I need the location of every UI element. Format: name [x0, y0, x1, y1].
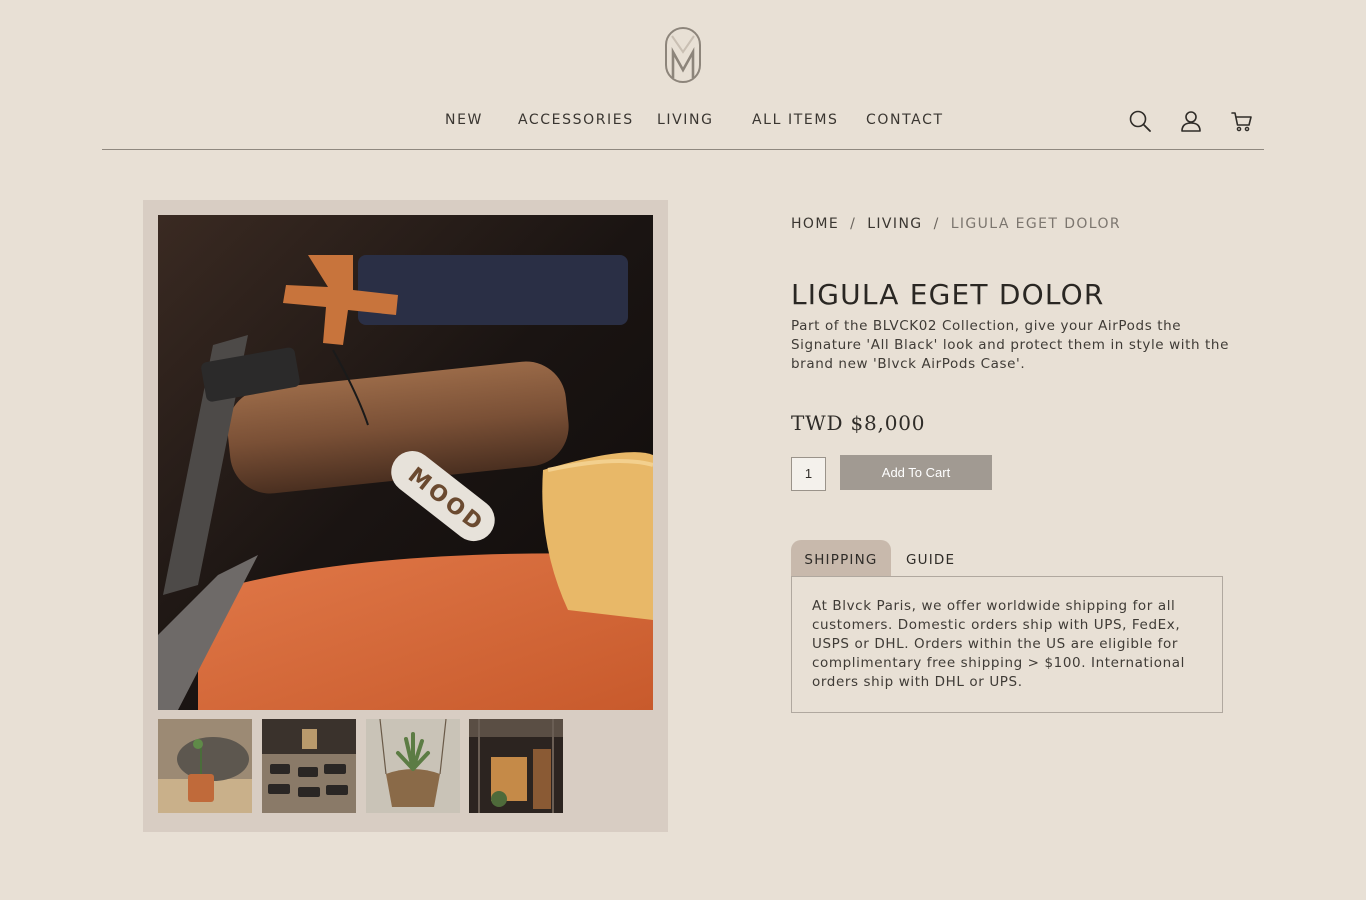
nav-item-all-items[interactable]: ALL ITEMS	[752, 112, 839, 128]
cart-icon[interactable]	[1230, 109, 1254, 133]
breadcrumb-living[interactable]: LIVING	[867, 216, 922, 232]
add-to-cart-button[interactable]: Add To Cart	[840, 455, 992, 490]
shipping-panel: At Blvck Paris, we offer worldwide shipp…	[791, 576, 1223, 713]
breadcrumb-separator: /	[933, 216, 940, 232]
product-price: TWD $8,000	[791, 411, 926, 435]
breadcrumb-separator: /	[850, 216, 857, 232]
thumbnail-1[interactable]	[158, 719, 252, 813]
shipping-text: At Blvck Paris, we offer worldwide shipp…	[812, 598, 1185, 690]
nav-item-new[interactable]: NEW	[445, 112, 483, 128]
nav-item-accessories[interactable]: ACCESSORIES	[518, 112, 634, 128]
user-icon[interactable]	[1179, 109, 1203, 133]
product-title: LIGULA EGET DOLOR	[791, 278, 1105, 311]
breadcrumb-current: LIGULA EGET DOLOR	[950, 216, 1122, 232]
thumbnail-2[interactable]	[262, 719, 356, 813]
main-nav: NEW ACCESSORIES LIVING ALL ITEMS CONTACT	[0, 112, 1366, 132]
brand-logo[interactable]: M	[664, 26, 702, 84]
product-gallery: MOOD	[143, 200, 668, 832]
header-divider	[102, 149, 1264, 150]
breadcrumb-home[interactable]: HOME	[791, 216, 839, 232]
tab-guide[interactable]: GUIDE	[906, 540, 955, 577]
quantity-input[interactable]: 1	[791, 457, 826, 491]
main-product-image[interactable]: MOOD	[158, 215, 653, 710]
nav-item-living[interactable]: LIVING	[657, 112, 714, 128]
thumbnail-3[interactable]	[366, 719, 460, 813]
tab-shipping[interactable]: SHIPPING	[791, 540, 891, 577]
search-icon[interactable]	[1128, 109, 1152, 133]
thumbnail-4[interactable]	[469, 719, 563, 813]
product-description: Part of the BLVCK02 Collection, give you…	[791, 318, 1229, 372]
breadcrumb: HOME / LIVING / LIGULA EGET DOLOR	[791, 216, 1121, 232]
nav-item-contact[interactable]: CONTACT	[866, 112, 944, 128]
